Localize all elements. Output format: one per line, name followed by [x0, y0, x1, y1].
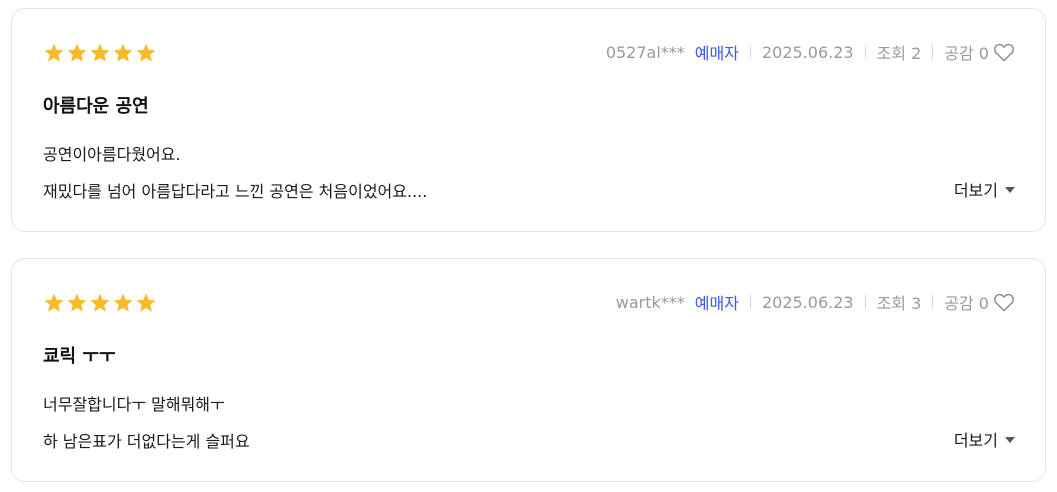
review-body-line: 하 남은표가 더없다는게 슬퍼요	[43, 432, 250, 451]
divider	[864, 45, 866, 59]
more-button[interactable]: 더보기	[954, 177, 1015, 201]
star-icon	[135, 42, 157, 64]
reviewer-username: wartk***	[615, 292, 685, 312]
review-date: 2025.06.23	[761, 292, 854, 312]
review-card: wartk*** 예매자 2025.06.23 조회 3 공감 0 쿄릭 ㅜㅜ …	[11, 258, 1046, 482]
review-card: 0527al*** 예매자 2025.06.23 조회 2 공감 0 아름다운 …	[11, 8, 1046, 232]
star-icon	[112, 292, 134, 314]
divider	[749, 295, 751, 309]
star-icon	[135, 292, 157, 314]
heart-icon[interactable]	[993, 292, 1015, 312]
view-count: 조회 2	[876, 44, 922, 63]
divider	[932, 45, 934, 59]
divider	[749, 45, 751, 59]
star-icon	[89, 292, 111, 314]
star-icon	[43, 292, 65, 314]
star-rating	[43, 42, 157, 64]
caret-down-icon	[1005, 437, 1015, 443]
buyer-badge: 예매자	[694, 44, 739, 63]
like-count: 공감 0	[944, 294, 989, 313]
review-body-line: 재밌다를 넘어 아름답다라고 느낀 공연은 처음이었어요....	[43, 182, 428, 201]
reviewer-username: 0527al***	[605, 42, 685, 62]
star-icon	[43, 42, 65, 64]
review-body-line: 너무잘합니다ㅜ 말해뭐해ㅜ	[43, 395, 225, 414]
review-date: 2025.06.23	[761, 42, 854, 62]
more-button[interactable]: 더보기	[954, 427, 1015, 451]
like-button[interactable]: 공감 0	[944, 40, 1015, 64]
star-icon	[89, 42, 111, 64]
view-count: 조회 3	[876, 294, 922, 313]
star-icon	[112, 42, 134, 64]
star-icon	[66, 292, 88, 314]
review-body-line: 공연이아름다웠어요.	[43, 145, 181, 164]
heart-icon[interactable]	[993, 42, 1015, 62]
review-meta: wartk*** 예매자 2025.06.23 조회 3 공감 0	[616, 289, 1015, 315]
review-title: 아름다운 공연	[43, 96, 149, 117]
review-meta: 0527al*** 예매자 2025.06.23 조회 2 공감 0	[606, 39, 1015, 65]
star-rating	[43, 292, 157, 314]
divider	[932, 295, 934, 309]
review-title: 쿄릭 ㅜㅜ	[43, 346, 116, 367]
caret-down-icon	[1005, 187, 1015, 193]
more-label: 더보기	[953, 181, 998, 200]
like-count: 공감 0	[944, 44, 989, 63]
star-icon	[66, 42, 88, 64]
buyer-badge: 예매자	[694, 294, 739, 313]
more-label: 더보기	[953, 431, 998, 450]
divider	[864, 295, 866, 309]
like-button[interactable]: 공감 0	[944, 290, 1015, 314]
